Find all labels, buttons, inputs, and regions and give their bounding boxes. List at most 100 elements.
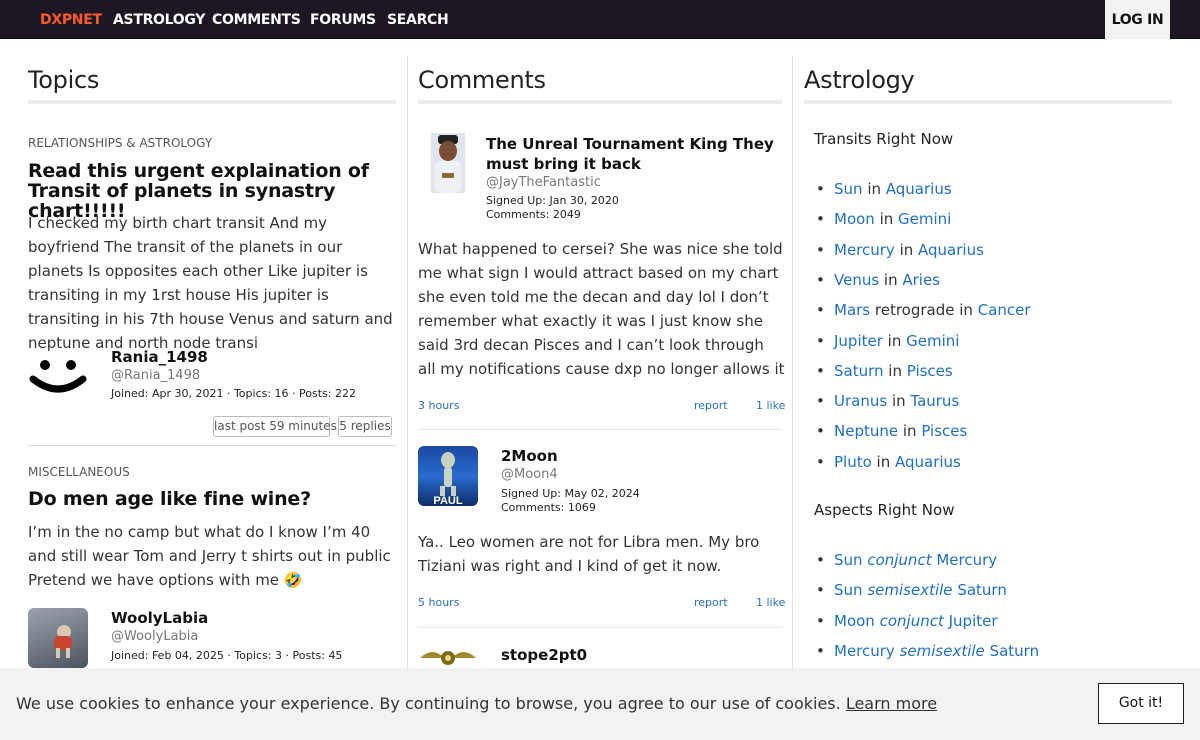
report-link[interactable]: report (694, 399, 728, 412)
planet-link[interactable]: Venus (834, 271, 879, 289)
comment-body: What happened to cersei? She was nice sh… (418, 240, 785, 378)
winged-emblem-icon (420, 651, 476, 665)
comment-topic-title[interactable]: The Unreal Tournament King They must bri… (486, 134, 782, 174)
poster-title: PAUL (433, 495, 462, 506)
comment-author-signup: Signed Up: Jan 30, 2020 (486, 194, 619, 207)
nav-search[interactable]: SEARCH (387, 12, 449, 28)
planet-link[interactable]: Sun (834, 581, 863, 599)
smiley-avatar[interactable] (28, 349, 88, 409)
aspect-item: Sun semisextile Saturn (816, 581, 1007, 599)
column-divider (792, 56, 793, 668)
transit-item: Mercury in Aquarius (816, 241, 984, 259)
login-button[interactable]: LOG IN (1105, 0, 1170, 39)
cookie-message: We use cookies to enhance your experienc… (16, 694, 937, 713)
transit-item: Moon in Gemini (816, 210, 951, 229)
transit-connector: in (874, 210, 899, 229)
topic-excerpt: I’m in the no camp but what do I know I’… (28, 520, 400, 592)
topic-category[interactable]: RELATIONSHIPS & ASTROLOGY (28, 136, 212, 150)
dog-photo-icon (54, 625, 72, 658)
comment-author-count: Comments: 2049 (486, 208, 581, 221)
topic-author-handle[interactable]: @Rania_1498 (111, 368, 200, 383)
comment-author-handle[interactable]: @JayTheFantastic (486, 175, 601, 190)
replies-button[interactable]: 5 replies (338, 416, 392, 437)
topic-author-stats: Joined: Apr 30, 2021 · Topics: 16 · Post… (111, 387, 356, 400)
planet-link[interactable]: Uranus (834, 392, 887, 410)
rofl-emoji-icon: 🤣 (283, 571, 303, 589)
sign-link[interactable]: Taurus (910, 392, 959, 410)
planet-link[interactable]: Pluto (834, 453, 872, 471)
learn-more-link[interactable]: Learn more (846, 694, 937, 713)
movie-poster-avatar[interactable]: PAUL (418, 446, 478, 506)
transit-item: Venus in Aries (816, 270, 940, 289)
transit-item: Pluto in Aquarius (816, 452, 961, 471)
transit-item: Neptune in Pisces (816, 422, 967, 441)
comment-author-handle[interactable]: @Moon4 (501, 467, 558, 482)
nav-astrology[interactable]: ASTROLOGY (113, 12, 205, 28)
sign-link[interactable]: Pisces (907, 362, 953, 380)
topic-title[interactable]: Do men age like fine wine? (28, 489, 398, 509)
planet-link[interactable]: Jupiter (949, 612, 998, 630)
transit-connector: in (871, 452, 895, 471)
planet-link[interactable]: Neptune (834, 422, 898, 440)
sign-link[interactable]: Aquarius (895, 453, 961, 471)
comment-time-link[interactable]: 3 hours (418, 399, 459, 412)
comment-time-link[interactable]: 5 hours (418, 596, 459, 609)
topic-author-name[interactable]: WoolyLabia (111, 609, 208, 627)
user-photo-avatar[interactable] (431, 133, 465, 193)
topic-author-handle[interactable]: @WoolyLabia (111, 629, 198, 644)
aspect-link[interactable]: conjunct (867, 551, 931, 569)
report-link[interactable]: report (694, 596, 728, 609)
transit-connector: in (879, 270, 903, 289)
topics-heading: Topics (28, 66, 100, 94)
transits-heading: Transits Right Now (814, 130, 954, 148)
comment-author-name[interactable]: stope2pt0 (501, 646, 587, 664)
transit-item: Mars retrograde in Cancer (816, 301, 1031, 319)
planet-link[interactable]: Mercury (936, 551, 997, 569)
site-logo-link[interactable]: DXPNET (40, 12, 102, 28)
aspect-item: Moon conjunct Jupiter (816, 612, 998, 630)
cookie-text: We use cookies to enhance your experienc… (16, 694, 841, 713)
comment-body: Ya.. Leo women are not for Libra men. My… (418, 533, 760, 575)
sign-link[interactable]: Cancer (978, 301, 1031, 319)
planet-link[interactable]: Saturn (834, 362, 884, 380)
topic-category[interactable]: MISCELLANEOUS (28, 465, 130, 479)
emblem-avatar[interactable] (418, 644, 478, 668)
last-post-button[interactable]: last post 59 minutes (213, 416, 337, 437)
planet-link[interactable]: Jupiter (834, 332, 883, 350)
planet-link[interactable]: Saturn (990, 642, 1040, 660)
planet-link[interactable]: Sun (834, 180, 863, 198)
aspect-item: Mercury semisextile Saturn (816, 642, 1040, 660)
sign-link[interactable]: Gemini (898, 210, 951, 228)
alien-poster-icon: PAUL (433, 452, 463, 506)
planet-link[interactable]: Sun (834, 551, 863, 569)
sign-link[interactable]: Aries (902, 271, 940, 289)
transit-connector: in (887, 392, 911, 411)
sign-link[interactable]: Aquarius (886, 180, 952, 198)
comment-author-count: Comments: 1069 (501, 501, 596, 514)
planet-link[interactable]: Mercury (834, 642, 895, 660)
nav-forums[interactable]: FORUMS (310, 12, 376, 28)
photo-avatar[interactable] (28, 608, 88, 668)
planet-link[interactable]: Moon (834, 210, 875, 228)
like-link[interactable]: 1 like (756, 399, 785, 412)
planet-link[interactable]: Mercury (834, 241, 895, 259)
sign-link[interactable]: Aquarius (918, 241, 984, 259)
sign-link[interactable]: Gemini (906, 332, 959, 350)
nav-comments[interactable]: COMMENTS (212, 12, 301, 28)
accept-cookies-button[interactable]: Got it! (1098, 683, 1184, 724)
like-link[interactable]: 1 like (756, 596, 785, 609)
aspect-link[interactable]: semisextile (867, 581, 952, 599)
planet-link[interactable]: Saturn (957, 581, 1007, 599)
aspect-link[interactable]: conjunct (880, 612, 944, 630)
top-navigation: DXPNET ASTROLOGY COMMENTS FORUMS SEARCH … (0, 0, 1200, 39)
astrology-heading: Astrology (804, 66, 915, 94)
sign-link[interactable]: Pisces (921, 422, 967, 440)
comment-separator (418, 429, 782, 430)
planet-link[interactable]: Mars (834, 301, 870, 319)
transit-connector: in (898, 422, 922, 441)
topic-author-stats: Joined: Feb 04, 2025 · Topics: 3 · Posts… (111, 649, 343, 662)
topic-author-name[interactable]: Rania_1498 (111, 348, 208, 366)
comment-author-name[interactable]: 2Moon (501, 447, 558, 465)
planet-link[interactable]: Moon (834, 612, 875, 630)
aspect-link[interactable]: semisextile (900, 642, 985, 660)
